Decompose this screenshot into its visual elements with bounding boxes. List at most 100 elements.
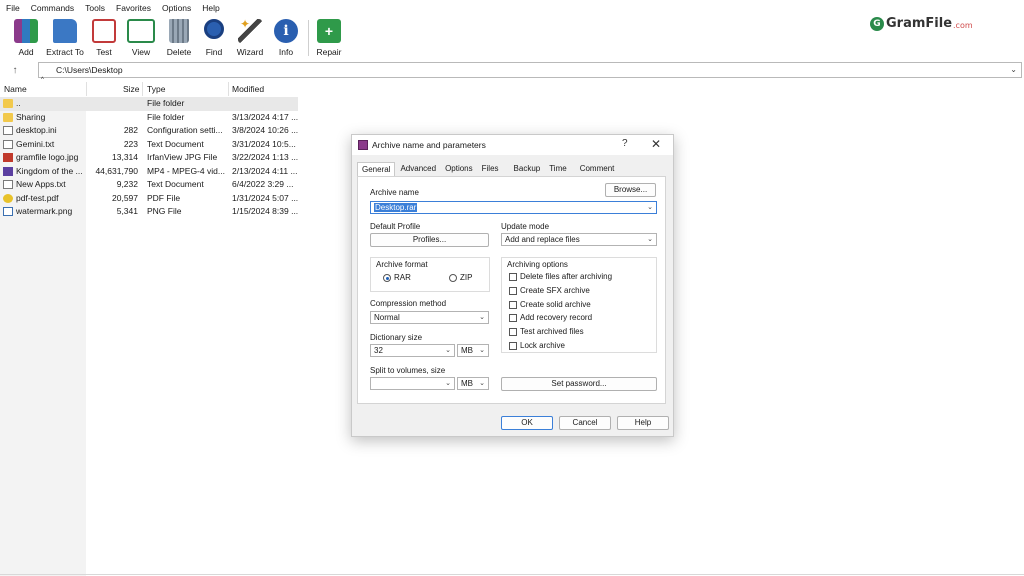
view-button[interactable]: View [124, 17, 158, 59]
help-button[interactable]: Help [617, 416, 669, 430]
add-button[interactable]: Add [12, 17, 40, 59]
menu-commands[interactable]: Commands [25, 3, 79, 13]
update-mode-select[interactable]: Add and replace files ⌄ [501, 233, 657, 246]
archive-format-label: Archive format [376, 260, 428, 269]
extract-to-button[interactable]: Extract To [46, 17, 84, 59]
path-input[interactable]: C:\Users\Desktop ⌄ [38, 62, 1022, 78]
tab-comment[interactable]: Comment [576, 162, 619, 176]
tab-options[interactable]: Options [441, 162, 477, 176]
chevron-down-icon[interactable]: ⌄ [647, 202, 653, 213]
list-item[interactable]: .. File folder [0, 97, 298, 111]
test-button[interactable]: Test [90, 17, 118, 59]
image-icon [3, 153, 13, 162]
split-volume-select[interactable]: ⌄ [370, 377, 455, 390]
tab-advanced[interactable]: Advanced [396, 162, 440, 176]
info-button[interactable]: i Info [272, 17, 300, 59]
recovery-record-checkbox[interactable] [509, 314, 517, 322]
close-icon[interactable]: ✕ [651, 137, 661, 151]
column-size[interactable]: Size [123, 84, 140, 94]
sort-arrow-icon: ^ [41, 77, 44, 83]
archiving-options-group: Archiving options Delete files after arc… [501, 257, 657, 353]
column-type[interactable]: Type [147, 84, 165, 94]
find-button[interactable]: Find [200, 17, 228, 59]
file-type: Text Document [147, 179, 204, 189]
rar-radio[interactable] [383, 274, 391, 282]
file-name: Sharing [16, 111, 46, 122]
list-item[interactable]: gramfile logo.jpg 13,314 IrfanView JPG F… [0, 151, 298, 165]
menu-tools[interactable]: Tools [79, 3, 110, 13]
chevron-down-icon[interactable]: ⌄ [479, 378, 485, 389]
list-item[interactable]: New Apps.txt 9,232 Text Document 6/4/202… [0, 178, 298, 192]
option-label: Delete files after archiving [520, 272, 613, 281]
chevron-down-icon[interactable]: ⌄ [1010, 63, 1017, 77]
list-item[interactable]: Sharing File folder 3/13/2024 4:17 ... [0, 111, 298, 125]
menu-favorites[interactable]: Favorites [110, 3, 156, 13]
delete-files-checkbox[interactable] [509, 273, 517, 281]
lock-archive-checkbox[interactable] [509, 342, 517, 350]
toolbar: Add Extract To Test View Delete Find ✦ W… [12, 17, 349, 59]
menu-bar: File Commands Tools Favorites Options He… [0, 0, 1024, 16]
menu-options[interactable]: Options [156, 3, 196, 13]
cancel-button[interactable]: Cancel [559, 416, 611, 430]
tab-general[interactable]: General [357, 162, 396, 176]
column-divider[interactable] [142, 82, 143, 96]
ok-button[interactable]: OK [501, 416, 553, 430]
create-solid-checkbox[interactable] [509, 301, 517, 309]
chevron-down-icon[interactable]: ⌄ [445, 345, 451, 356]
list-item[interactable]: Gemini.txt 223 Text Document 3/31/2024 1… [0, 138, 298, 152]
browse-button[interactable]: Browse... [605, 183, 656, 197]
help-icon[interactable]: ? [622, 138, 628, 149]
folder-icon [3, 99, 13, 108]
path-text: C:\Users\Desktop [56, 65, 123, 75]
wizard-button[interactable]: ✦ Wizard [234, 17, 266, 59]
compression-select[interactable]: Normal ⌄ [370, 311, 489, 324]
tab-backup[interactable]: Backup [510, 162, 545, 176]
pdf-icon [3, 193, 13, 203]
column-divider[interactable] [228, 82, 229, 96]
toolbar-separator [308, 20, 309, 56]
tab-time[interactable]: Time [545, 162, 570, 176]
find-label: Find [205, 47, 223, 57]
general-panel: Archive name Browse... Desktop.rar ⌄ Def… [357, 176, 666, 404]
find-magnifier-icon [204, 19, 224, 39]
archive-name-field[interactable]: Desktop.rar ⌄ [370, 201, 657, 214]
set-password-button[interactable]: Set password... [501, 377, 657, 391]
file-modified: 2/13/2024 4:11 ... [232, 165, 298, 176]
chevron-down-icon[interactable]: ⌄ [479, 312, 485, 323]
logo-text: GramFile [886, 16, 953, 31]
winrar-icon [358, 140, 368, 150]
list-item[interactable]: watermark.png 5,341 PNG File 1/15/2024 8… [0, 205, 298, 219]
test-label: Test [96, 47, 112, 57]
video-icon [3, 166, 13, 176]
column-divider[interactable] [86, 82, 87, 96]
split-unit-select[interactable]: MB ⌄ [457, 377, 489, 390]
extract-folder-icon [53, 19, 77, 43]
up-arrow-icon[interactable]: ↑ [8, 64, 22, 78]
chevron-down-icon[interactable]: ⌄ [479, 345, 485, 356]
archive-format-group: Archive format RAR ZIP [370, 257, 490, 292]
file-size: 5,341 [116, 206, 138, 216]
list-item[interactable]: pdf-test.pdf 20,597 PDF File 1/31/2024 5… [0, 192, 298, 206]
file-size: 20,597 [112, 192, 138, 203]
delete-button[interactable]: Delete [164, 17, 194, 59]
zip-radio[interactable] [449, 274, 457, 282]
column-name[interactable]: Name [4, 84, 27, 94]
file-modified: 1/31/2024 5:07 ... [232, 192, 298, 203]
list-item[interactable]: Kingdom of the ... 44,631,790 MP4 - MPEG… [0, 165, 298, 179]
file-modified: 3/8/2024 10:26 ... [232, 125, 298, 135]
split-unit: MB [461, 379, 473, 388]
tab-files[interactable]: Files [478, 162, 503, 176]
menu-file[interactable]: File [0, 3, 25, 13]
profiles-button[interactable]: Profiles... [370, 233, 489, 247]
dictionary-select[interactable]: 32 ⌄ [370, 344, 455, 357]
column-modified[interactable]: Modified [232, 84, 264, 94]
chevron-down-icon[interactable]: ⌄ [647, 234, 653, 245]
dictionary-unit-select[interactable]: MB ⌄ [457, 344, 489, 357]
menu-help[interactable]: Help [196, 3, 224, 13]
chevron-down-icon[interactable]: ⌄ [445, 378, 451, 389]
list-item[interactable]: desktop.ini 282 Configuration setti... 3… [0, 124, 298, 138]
file-type: Configuration setti... [147, 125, 223, 135]
repair-button[interactable]: + Repair [315, 17, 343, 59]
create-sfx-checkbox[interactable] [509, 287, 517, 295]
test-archived-checkbox[interactable] [509, 328, 517, 336]
